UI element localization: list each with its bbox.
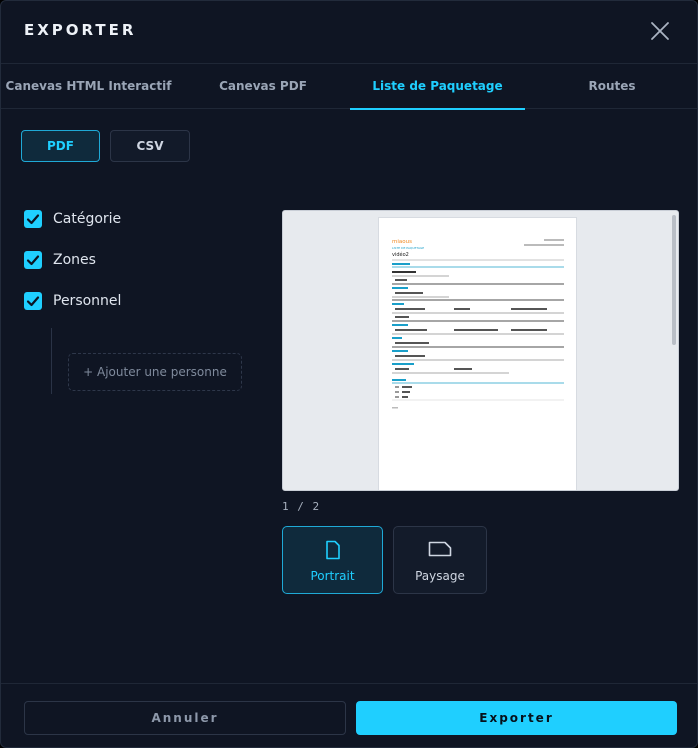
- pdf-preview[interactable]: miaous LISTE DE PAQUETAGE vidéo2: [282, 210, 679, 491]
- dialog-title: EXPORTER: [24, 21, 137, 39]
- option-label: Catégorie: [53, 211, 122, 227]
- preview-scrollbar[interactable]: [672, 215, 676, 345]
- checkmark-icon: [26, 255, 40, 266]
- tab-canevas-pdf[interactable]: Canevas PDF: [176, 64, 350, 109]
- cancel-button[interactable]: Annuler: [24, 701, 346, 735]
- option-label: Zones: [53, 252, 96, 268]
- preview-heading: vidéo2: [392, 251, 409, 258]
- orientation-landscape-button[interactable]: Paysage: [393, 526, 487, 594]
- format-pdf-button[interactable]: PDF: [21, 130, 100, 162]
- export-dialog: EXPORTER Canevas HTML Interactif Canevas…: [0, 0, 698, 748]
- preview-page: miaous LISTE DE PAQUETAGE vidéo2: [378, 217, 577, 490]
- checkmark-icon: [26, 296, 40, 307]
- portrait-page-icon: [324, 540, 342, 564]
- option-label: Personnel: [53, 293, 122, 309]
- checkbox-personnel[interactable]: [24, 292, 42, 310]
- orientation-label: Portrait: [310, 569, 355, 583]
- dialog-header: EXPORTER: [1, 1, 697, 63]
- tab-liste-paquetage[interactable]: Liste de Paquetage: [350, 64, 525, 110]
- checkmark-icon: [26, 214, 40, 225]
- checkbox-categorie[interactable]: [24, 210, 42, 228]
- preview-brand: miaous: [392, 239, 412, 245]
- close-icon[interactable]: [647, 18, 673, 44]
- dialog-footer: Annuler Exporter: [1, 683, 697, 747]
- checkbox-zones[interactable]: [24, 251, 42, 269]
- preview-subtitle: LISTE DE PAQUETAGE: [392, 246, 424, 250]
- personnel-tree-line: [51, 328, 52, 394]
- format-csv-button[interactable]: CSV: [110, 130, 190, 162]
- add-person-button[interactable]: + Ajouter une personne: [68, 353, 242, 391]
- landscape-page-icon: [428, 540, 452, 562]
- tab-canevas-html[interactable]: Canevas HTML Interactif: [1, 64, 176, 109]
- orientation-portrait-button[interactable]: Portrait: [282, 526, 383, 594]
- export-button[interactable]: Exporter: [356, 701, 677, 735]
- orientation-label: Paysage: [415, 569, 465, 583]
- preview-page-content: miaous LISTE DE PAQUETAGE vidéo2: [392, 239, 564, 409]
- tab-routes[interactable]: Routes: [525, 64, 697, 109]
- export-tabs: Canevas HTML Interactif Canevas PDF List…: [1, 63, 697, 110]
- page-indicator: 1 / 2: [282, 500, 321, 513]
